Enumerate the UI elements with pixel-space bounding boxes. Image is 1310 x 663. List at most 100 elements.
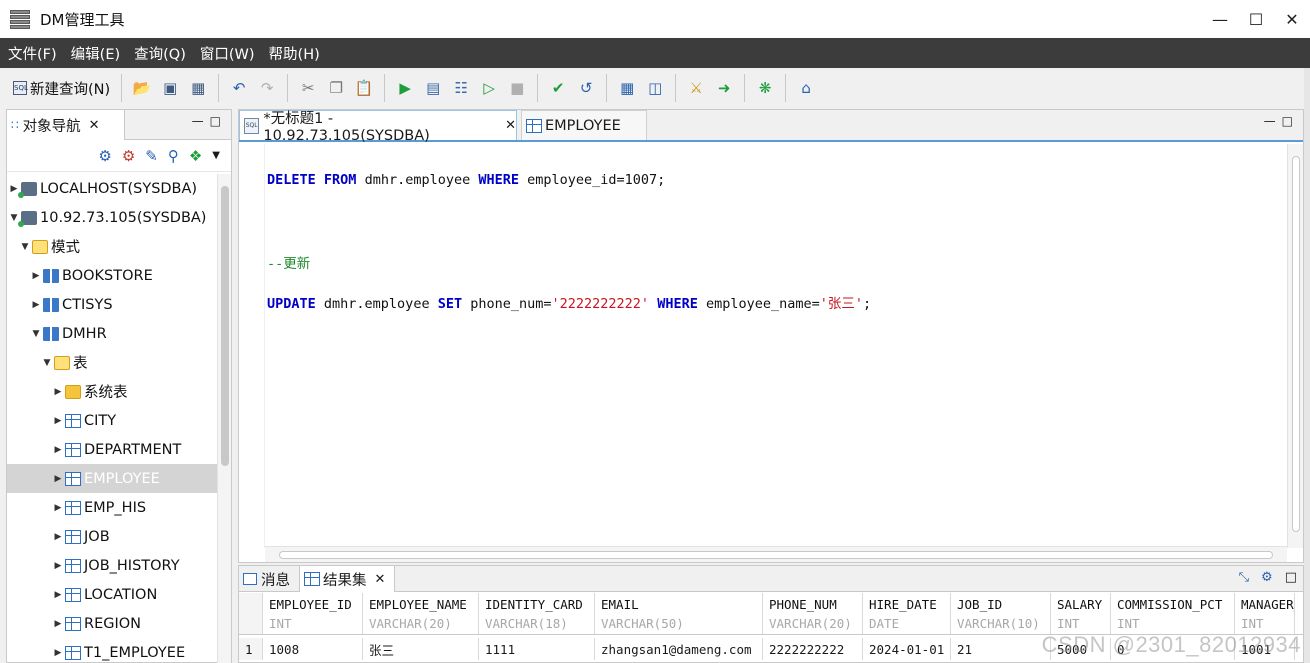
menu-query[interactable]: 查询(Q)	[134, 43, 186, 64]
column-header-type[interactable]: INT	[1051, 613, 1111, 634]
row-number-header[interactable]	[239, 613, 263, 634]
column-header-name[interactable]: COMMISSION_PCT	[1111, 593, 1235, 615]
connect-icon[interactable]: ⚙	[98, 147, 111, 165]
column-header-type[interactable]: DATE	[863, 613, 951, 634]
column-header-type[interactable]: INT	[263, 613, 363, 634]
collapsed-arrow-icon[interactable]: ▶	[31, 300, 41, 310]
execute-script-icon[interactable]: ▤	[420, 74, 446, 102]
grid-cell[interactable]: 2222222222	[763, 638, 863, 660]
home-icon[interactable]: ⌂	[793, 74, 819, 102]
tree-node[interactable]: ▶ JOB	[7, 522, 219, 551]
column-header-name[interactable]: EMPLOYEE_ID	[263, 593, 363, 615]
menu-help[interactable]: 帮助(H)	[269, 43, 320, 64]
collapsed-arrow-icon[interactable]: ▶	[53, 416, 63, 426]
expanded-arrow-icon[interactable]: ▼	[20, 242, 30, 252]
execute-icon[interactable]: ▶	[392, 74, 418, 102]
grid-cell[interactable]: 1008	[263, 638, 363, 660]
menu-edit[interactable]: 编辑(E)	[71, 43, 120, 64]
close-tab-icon[interactable]: ✕	[375, 572, 386, 587]
column-header-name[interactable]: JOB_ID	[951, 593, 1051, 615]
collapsed-arrow-icon[interactable]: ▶	[53, 503, 63, 513]
panel-minmax-icons[interactable]: —□	[1264, 114, 1299, 128]
new-query-button[interactable]: SQL 新建查询(N)	[9, 74, 114, 102]
tree-node[interactable]: ▶ 系统表	[7, 377, 219, 406]
open-folder-icon[interactable]: 📂	[129, 74, 155, 102]
close-tab-icon[interactable]: ✕	[505, 118, 516, 133]
disconnect-icon[interactable]: ⚙	[122, 147, 135, 165]
collapsed-arrow-icon[interactable]: ▶	[53, 619, 63, 629]
execute-step-icon[interactable]: ▷	[476, 74, 502, 102]
column-header-type[interactable]: VARCHAR(18)	[479, 613, 595, 634]
collapsed-arrow-icon[interactable]: ▶	[53, 387, 63, 397]
expand-all-icon[interactable]: ❖	[189, 147, 202, 165]
editor-horizontal-scrollbar[interactable]	[265, 546, 1287, 562]
collapsed-arrow-icon[interactable]: ▶	[53, 532, 63, 542]
tree-node[interactable]: ▼ 模式	[7, 232, 219, 261]
menu-window[interactable]: 窗口(W)	[200, 43, 255, 64]
maximize-panel-icon[interactable]: □	[1285, 570, 1297, 585]
panel-minmax-icons[interactable]: —□	[192, 114, 227, 128]
tree-node[interactable]: ▶ LOCALHOST(SYSDBA)	[7, 174, 219, 203]
tab-object-navigator[interactable]: ∷ 对象导航 ✕	[7, 110, 125, 140]
collapsed-arrow-icon[interactable]: ▶	[53, 474, 63, 484]
search-replace-icon[interactable]: ⚔	[683, 74, 709, 102]
tree-node[interactable]: ▶ REGION	[7, 609, 219, 638]
column-header-type[interactable]: VARCHAR(10)	[951, 613, 1051, 634]
collapsed-arrow-icon[interactable]: ▶	[53, 445, 63, 455]
column-header-type[interactable]: VARCHAR(20)	[763, 613, 863, 634]
save-icon[interactable]: ▣	[157, 74, 183, 102]
column-header-name[interactable]: PHONE_NUM	[763, 593, 863, 615]
stop-icon[interactable]: ■	[504, 74, 530, 102]
run-to-icon[interactable]: ➜	[711, 74, 737, 102]
tree-node[interactable]: ▼ DMHR	[7, 319, 219, 348]
grid-cell[interactable]: 21	[951, 638, 1051, 660]
menu-file[interactable]: 文件(F)	[8, 43, 57, 64]
expanded-arrow-icon[interactable]: ▼	[9, 213, 19, 223]
column-header-name[interactable]: MANAGER_	[1235, 593, 1295, 615]
grid-cell[interactable]: 2024-01-01	[863, 638, 951, 660]
tab-untitled-query[interactable]: SQL *无标题1 - 10.92.73.105(SYSDBA) ✕	[239, 110, 517, 144]
expanded-arrow-icon[interactable]: ▼	[31, 329, 41, 339]
tab-employee[interactable]: EMPLOYEE	[521, 110, 647, 140]
minimize-icon[interactable]: —	[1202, 0, 1238, 38]
settings-icon[interactable]: ⚙	[1261, 570, 1273, 585]
column-header-name[interactable]: IDENTITY_CARD	[479, 593, 595, 615]
tab-result-set[interactable]: 结果集 ✕	[299, 566, 395, 592]
view-menu-icon[interactable]: ▼	[212, 150, 220, 161]
explain-plan-icon[interactable]: ☷	[448, 74, 474, 102]
tree-node[interactable]: ▶ T1_EMPLOYEE	[7, 638, 219, 663]
cut-icon[interactable]: ✂	[295, 74, 321, 102]
maximize-icon[interactable]: ☐	[1238, 0, 1274, 38]
debug-icon[interactable]: ❋	[752, 74, 778, 102]
commit-icon[interactable]: ✔	[545, 74, 571, 102]
row-number-header[interactable]	[239, 593, 263, 615]
column-header-type[interactable]: VARCHAR(50)	[595, 613, 763, 634]
tree-node[interactable]: ▶ DEPARTMENT	[7, 435, 219, 464]
redo-icon[interactable]: ↷	[254, 74, 280, 102]
expanded-arrow-icon[interactable]: ▼	[42, 358, 52, 368]
close-tab-icon[interactable]: ✕	[89, 118, 100, 133]
tree-node[interactable]: ▶ JOB_HISTORY	[7, 551, 219, 580]
expand-icon[interactable]: ⤡	[1239, 570, 1249, 585]
navigator-scrollbar[interactable]	[217, 174, 231, 663]
tree-node[interactable]: ▼ 表	[7, 348, 219, 377]
grid-cell[interactable]: 1111	[479, 638, 595, 660]
rollback-icon[interactable]: ↺	[573, 74, 599, 102]
grid-cell[interactable]: 张三	[363, 638, 479, 660]
column-header-type[interactable]: INT	[1111, 613, 1235, 634]
collapsed-arrow-icon[interactable]: ▶	[53, 590, 63, 600]
paste-icon[interactable]: 📋	[351, 74, 377, 102]
window-scrollbar[interactable]	[1304, 68, 1310, 663]
row-number[interactable]: 1	[239, 638, 263, 660]
column-header-name[interactable]: SALARY	[1051, 593, 1111, 615]
collapsed-arrow-icon[interactable]: ▶	[53, 648, 63, 658]
tree-node[interactable]: ▼ 10.92.73.105(SYSDBA)	[7, 203, 219, 232]
tree-node[interactable]: ▶ BOOKSTORE	[7, 261, 219, 290]
collapsed-arrow-icon[interactable]: ▶	[9, 184, 19, 194]
calendar-icon[interactable]: ◫	[642, 74, 668, 102]
collapsed-arrow-icon[interactable]: ▶	[31, 271, 41, 281]
column-header-type[interactable]: VARCHAR(20)	[363, 613, 479, 634]
edit-icon[interactable]: ✎	[145, 147, 158, 165]
tree-node[interactable]: ▶ EMP_HIS	[7, 493, 219, 522]
editor-vertical-scrollbar[interactable]	[1287, 144, 1303, 548]
